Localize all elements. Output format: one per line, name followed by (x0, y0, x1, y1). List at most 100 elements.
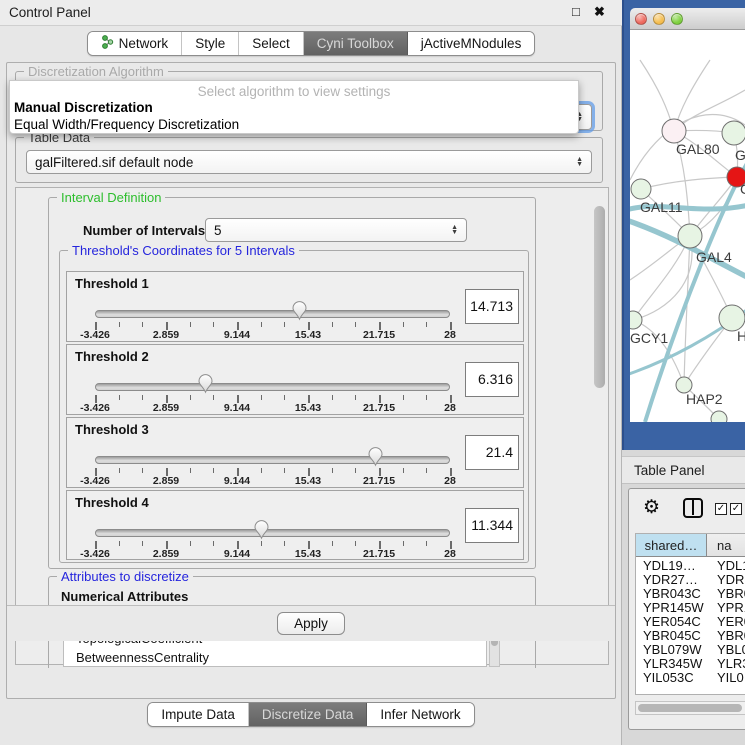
columns-icon[interactable] (683, 498, 703, 518)
node-top-right[interactable] (722, 121, 745, 145)
checkbox-icon[interactable]: ✓ (730, 503, 742, 515)
network-window-titlebar[interactable] (630, 8, 745, 30)
table-row[interactable]: YIL053CYIL0 (636, 670, 745, 684)
top-tab-jactivemnodules[interactable]: jActiveMNodules (408, 32, 535, 55)
threshold-slider[interactable]: -3.4262.8599.14415.4321.71528 (67, 491, 523, 559)
number-of-intervals-label: Number of Intervals (83, 223, 205, 238)
network-graph: GAL80GAGAL11CGAL4GCY1HHAP2 (630, 30, 745, 422)
node-bottom-partial[interactable] (711, 411, 727, 422)
threshold-slider[interactable]: -3.4262.8599.14415.4321.71528 (67, 418, 523, 487)
slider-minor-tick (261, 395, 262, 400)
top-tab-style[interactable]: Style (182, 32, 239, 55)
slider-minor-tick (403, 468, 404, 473)
node-gal80[interactable] (662, 119, 686, 143)
bottom-tab-discretize-data[interactable]: Discretize Data (249, 703, 368, 726)
zoom-traffic-light[interactable] (671, 13, 683, 25)
column-header-shared-name[interactable]: shared… (636, 534, 707, 556)
table-horizontal-scrollbar[interactable] (635, 701, 745, 715)
threshold-value-field[interactable]: 6.316 (465, 362, 519, 397)
number-of-intervals-value: 5 (214, 223, 222, 238)
threshold-value-field[interactable]: 14.713 (465, 289, 519, 324)
label-gal4: GAL4 (696, 249, 732, 265)
slider-minor-tick (142, 541, 143, 546)
node-attribute-table[interactable]: shared… na YDL19…YDL1YDR27…YDR2YBR043CYB… (635, 533, 745, 695)
minimize-traffic-light[interactable] (653, 13, 665, 25)
threshold-value-field[interactable]: 21.4 (465, 435, 519, 470)
table-row[interactable]: YDR27…YDR2 (636, 572, 745, 586)
table-panel-header: Table Panel (622, 456, 745, 484)
slider-thumb[interactable] (197, 373, 214, 394)
slider-minor-tick (119, 541, 120, 546)
node-gcy1[interactable] (630, 311, 642, 329)
close-traffic-light[interactable] (635, 13, 647, 25)
slider-track[interactable] (95, 529, 450, 537)
dropdown-item-manual-discretization[interactable]: Manual Discretization (10, 99, 578, 116)
top-tab-cyni-toolbox[interactable]: Cyni Toolbox (304, 32, 408, 55)
gear-icon[interactable]: ⚙ (643, 496, 660, 519)
numerical-attributes-label: Numerical Attributes (61, 589, 188, 604)
table-row[interactable]: YLR345WYLR3 (636, 656, 745, 670)
settings-vertical-scrollbar[interactable] (594, 206, 605, 388)
slider-minor-tick (119, 395, 120, 400)
threshold-slider[interactable]: -3.4262.8599.14415.4321.71528 (67, 272, 523, 341)
apply-button[interactable]: Apply (277, 612, 345, 635)
threshold-value-field[interactable]: 11.344 (465, 508, 519, 543)
slider-minor-tick (213, 541, 214, 546)
slider-tick-label: 9.144 (224, 329, 250, 341)
network-window-frame: GAL80GAGAL11CGAL4GCY1HHAP2 (622, 0, 745, 450)
settings-panel: Discretization Algorithm ▲▼ Select algor… (6, 62, 616, 699)
settings-scroll-area: Interval Definition Number of Intervals … (15, 187, 609, 665)
network-view-canvas[interactable]: GAL80GAGAL11CGAL4GCY1HHAP2 (630, 30, 745, 422)
table-row[interactable]: YBR045CYBR0 (636, 628, 745, 642)
top-tab-label: Style (195, 36, 225, 51)
slider-minor-tick (142, 468, 143, 473)
float-window-icon[interactable]: □ (572, 4, 580, 19)
bottom-tab-impute-data[interactable]: Impute Data (148, 703, 249, 726)
cell-shared-name: YBR045C (636, 628, 707, 642)
slider-track[interactable] (95, 383, 450, 391)
dropdown-item-equal-width-frequency[interactable]: Equal Width/Frequency Discretization (10, 116, 578, 133)
node-gal11[interactable] (631, 179, 651, 199)
top-tab-select[interactable]: Select (239, 32, 304, 55)
node-gal4[interactable] (678, 224, 702, 248)
column-header-name[interactable]: na (707, 534, 745, 556)
table-row[interactable]: YPR145WYPR1 (636, 600, 745, 614)
interval-definition-group: Interval Definition Number of Intervals … (48, 197, 536, 569)
slider-minor-tick (284, 395, 285, 400)
bottom-tab-infer-network[interactable]: Infer Network (367, 703, 473, 726)
table-row[interactable]: YER054CYER0 (636, 614, 745, 628)
table-row[interactable]: YBL079WYBL0 (636, 642, 745, 656)
slider-minor-tick (355, 468, 356, 473)
threshold-box: Threshold 4-3.4262.8599.14415.4321.71528… (66, 490, 524, 560)
top-segments: Network Style SelectCyni ToolboxjActiveMNo… (87, 31, 536, 56)
slider-thumb[interactable] (253, 519, 270, 540)
slider-track[interactable] (95, 456, 450, 464)
table-data-combobox[interactable]: galFiltered.sif default node ▲▼ (26, 150, 592, 174)
table-row[interactable]: YBR043CYBR0 (636, 586, 745, 600)
slider-minor-tick (426, 541, 427, 546)
cell-name: YBR0 (707, 628, 745, 642)
checkbox-icon[interactable]: ✓ (715, 503, 727, 515)
dropdown-prompt: Select algorithm to view settings (10, 81, 578, 99)
slider-minor-tick (403, 395, 404, 400)
cell-name: YER0 (707, 614, 745, 628)
slider-minor-tick (355, 541, 356, 546)
bottom-tab-label: Discretize Data (262, 707, 354, 722)
cell-shared-name: YDR27… (636, 572, 707, 586)
slider-tick-label: 21.715 (363, 402, 395, 414)
cell-shared-name: YLR345W (636, 656, 707, 670)
cell-shared-name: YER054C (636, 614, 707, 628)
slider-tick-label: 15.43 (295, 475, 321, 487)
slider-thumb[interactable] (291, 300, 308, 321)
attribute-list-item[interactable]: BetweennessCentrality (64, 648, 486, 667)
slider-minor-tick (190, 541, 191, 546)
label-partial-right-top: GA (735, 147, 745, 163)
slider-track[interactable] (95, 310, 450, 318)
slider-thumb[interactable] (367, 446, 384, 467)
close-icon[interactable]: ✖ (594, 4, 605, 20)
number-of-intervals-combobox[interactable]: 5 ▲▼ (205, 218, 467, 242)
threshold-slider[interactable]: -3.4262.8599.14415.4321.71528 (67, 345, 523, 414)
table-row[interactable]: YDL19…YDL1 (636, 558, 745, 572)
cell-name: YPR1 (707, 600, 745, 614)
top-tab-network[interactable]: Network (88, 32, 183, 55)
